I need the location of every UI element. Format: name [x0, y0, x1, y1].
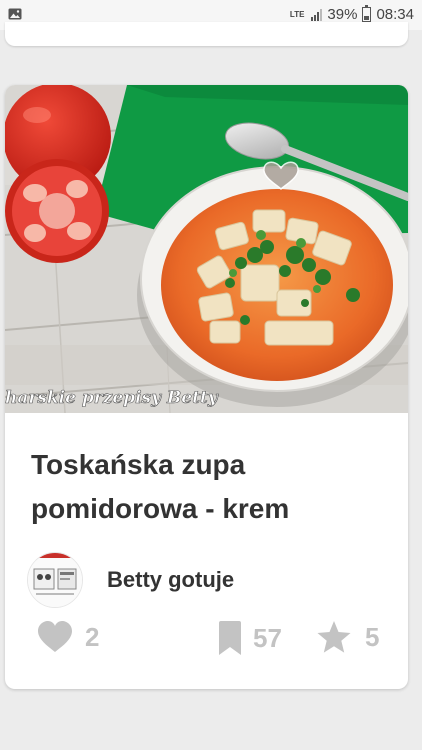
star-icon	[317, 621, 351, 653]
bookmark-icon	[219, 621, 241, 655]
recipe-card[interactable]: harskie przepisy Betty Toskańska zupa po…	[5, 85, 408, 689]
network-type: LTE	[289, 9, 305, 19]
author-row[interactable]: Betty gotuje	[27, 552, 234, 608]
previous-recipe-card[interactable]	[5, 22, 408, 46]
like-button[interactable]: 2	[37, 621, 99, 653]
photo-watermark: harskie przepisy Betty	[5, 388, 219, 408]
signal-icon	[311, 8, 323, 21]
bookmark-button[interactable]: 57	[219, 621, 282, 655]
avatar[interactable]	[27, 552, 83, 608]
recipe-title[interactable]: Toskańska zupa pomidorowa - krem	[31, 443, 391, 531]
recipe-stats: 2 57 5	[5, 621, 408, 667]
battery-icon	[362, 5, 372, 22]
author-name[interactable]: Betty gotuje	[107, 567, 234, 593]
recipe-photo[interactable]: harskie przepisy Betty	[5, 85, 408, 413]
heart-icon	[38, 621, 72, 652]
battery-percentage: 39%	[327, 6, 358, 23]
clock: 08:34	[376, 6, 414, 23]
like-count: 2	[85, 621, 100, 652]
bookmark-count: 57	[253, 622, 282, 653]
rating-button[interactable]: 5	[317, 621, 379, 653]
rating-value: 5	[365, 621, 380, 652]
